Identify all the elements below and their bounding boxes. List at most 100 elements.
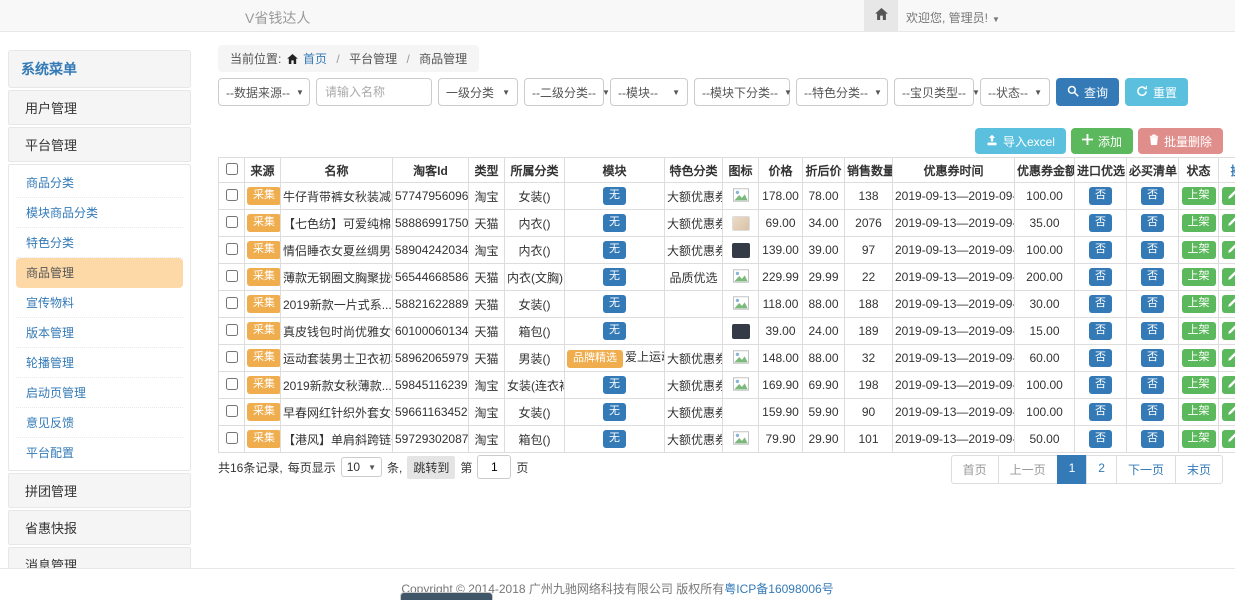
must-buy-toggle[interactable]: 否 [1141, 430, 1164, 447]
cell-name: 薄款无钢圈文胸聚拢性... [281, 264, 393, 291]
sidebar-item[interactable]: 平台管理 [8, 127, 191, 162]
imported-toggle[interactable]: 否 [1089, 241, 1112, 258]
pager-button[interactable]: 2 [1086, 455, 1117, 484]
row-checkbox[interactable] [226, 216, 238, 228]
breadcrumb-home-link[interactable]: 首页 [303, 52, 327, 66]
pager-button[interactable]: 末页 [1175, 455, 1223, 484]
must-buy-toggle[interactable]: 否 [1141, 241, 1164, 258]
filter-select[interactable]: --二级分类--▼ [524, 78, 604, 106]
module-badge: 无 [603, 214, 626, 231]
imported-toggle[interactable]: 否 [1089, 322, 1112, 339]
edit-button[interactable] [1222, 322, 1235, 340]
row-checkbox[interactable] [226, 324, 238, 336]
row-checkbox[interactable] [226, 297, 238, 309]
add-button[interactable]: 添加 [1071, 128, 1133, 154]
batch-delete-button[interactable]: 批量删除 [1138, 128, 1223, 154]
edit-button[interactable] [1222, 268, 1235, 286]
row-checkbox[interactable] [226, 189, 238, 201]
imported-toggle[interactable]: 否 [1089, 349, 1112, 366]
imported-toggle[interactable]: 否 [1089, 295, 1112, 312]
must-buy-toggle[interactable]: 否 [1141, 403, 1164, 420]
edit-button[interactable] [1222, 214, 1235, 232]
filter-select[interactable]: --模块下分类--▼ [694, 78, 790, 106]
imported-toggle[interactable]: 否 [1089, 430, 1112, 447]
sidebar-subitem[interactable]: 商品分类 [16, 168, 183, 198]
imported-toggle[interactable]: 否 [1089, 376, 1112, 393]
status-badge[interactable]: 上架 [1182, 376, 1216, 393]
sidebar-item[interactable]: 用户管理 [8, 90, 191, 125]
imported-toggle[interactable]: 否 [1089, 214, 1112, 231]
name-search-input[interactable] [316, 78, 432, 106]
sidebar-item[interactable]: 省惠快报 [8, 510, 191, 545]
sidebar-subitem-active[interactable]: 商品管理 [16, 258, 183, 288]
imported-toggle[interactable]: 否 [1089, 403, 1112, 420]
status-badge[interactable]: 上架 [1182, 268, 1216, 285]
sidebar-subitem[interactable]: 轮播管理 [16, 348, 183, 378]
edit-button[interactable] [1222, 403, 1235, 421]
row-checkbox[interactable] [226, 270, 238, 282]
must-buy-toggle[interactable]: 否 [1141, 187, 1164, 204]
row-checkbox[interactable] [226, 351, 238, 363]
per-page-select[interactable]: 10 ▼ [341, 457, 382, 477]
cell-must-buy: 否 [1127, 318, 1179, 345]
status-badge[interactable]: 上架 [1182, 430, 1216, 447]
sidebar-subitem[interactable]: 意见反馈 [16, 408, 183, 438]
sidebar-subitem[interactable]: 版本管理 [16, 318, 183, 348]
home-button[interactable] [864, 0, 898, 31]
edit-button[interactable] [1222, 241, 1235, 259]
icp-link[interactable]: 粤ICP备16098006号 [724, 582, 833, 596]
status-badge[interactable]: 上架 [1182, 349, 1216, 366]
must-buy-toggle[interactable]: 否 [1141, 376, 1164, 393]
reset-button[interactable]: 重置 [1125, 78, 1188, 106]
cell-sales: 189 [845, 318, 893, 345]
sidebar-subitem[interactable]: 平台配置 [16, 438, 183, 467]
cell-taoke-id: 601000601341 [393, 318, 469, 345]
query-button[interactable]: 查询 [1056, 78, 1119, 106]
sidebar-item[interactable]: 拼团管理 [8, 473, 191, 508]
user-menu[interactable]: 欢迎您, 管理员!▼ [906, 9, 1000, 26]
must-buy-toggle[interactable]: 否 [1141, 295, 1164, 312]
jump-page-input[interactable] [477, 455, 511, 479]
sidebar-item[interactable]: 消息管理 [8, 547, 191, 568]
sidebar-subitem[interactable]: 宣传物料 [16, 288, 183, 318]
filter-select[interactable]: --状态--▼ [980, 78, 1050, 106]
status-badge[interactable]: 上架 [1182, 403, 1216, 420]
column-header: 名称 [281, 158, 393, 183]
must-buy-toggle[interactable]: 否 [1141, 322, 1164, 339]
edit-button[interactable] [1222, 430, 1235, 448]
status-badge[interactable]: 上架 [1182, 214, 1216, 231]
pager-button[interactable]: 1 [1057, 455, 1088, 484]
filter-select[interactable]: --特色分类--▼ [796, 78, 888, 106]
filter-select[interactable]: --模块--▼ [610, 78, 688, 106]
filter-select[interactable]: 一级分类▼ [438, 78, 518, 106]
must-buy-toggle[interactable]: 否 [1141, 349, 1164, 366]
row-checkbox[interactable] [226, 432, 238, 444]
edit-button[interactable] [1222, 187, 1235, 205]
sidebar-subitem[interactable]: 启动页管理 [16, 378, 183, 408]
status-badge[interactable]: 上架 [1182, 241, 1216, 258]
select-all-checkbox[interactable] [226, 163, 238, 175]
status-badge[interactable]: 上架 [1182, 322, 1216, 339]
filter-select[interactable]: --数据来源--▼ [218, 78, 310, 106]
imported-toggle[interactable]: 否 [1089, 187, 1112, 204]
batch-delete-button-label: 批量删除 [1164, 133, 1212, 150]
imported-toggle[interactable]: 否 [1089, 268, 1112, 285]
row-checkbox[interactable] [226, 405, 238, 417]
edit-button[interactable] [1222, 349, 1235, 367]
jump-button[interactable]: 跳转到 [407, 456, 455, 479]
sidebar-subitem[interactable]: 特色分类 [16, 228, 183, 258]
pager-button[interactable]: 下一页 [1116, 455, 1176, 484]
edit-button[interactable] [1222, 295, 1235, 313]
sidebar-subitem[interactable]: 模块商品分类 [16, 198, 183, 228]
filter-select-value: 一级分类 [446, 84, 494, 101]
filter-select[interactable]: --宝贝类型--▼ [894, 78, 974, 106]
must-buy-toggle[interactable]: 否 [1141, 268, 1164, 285]
cell-status: 上架 [1179, 399, 1219, 426]
status-badge[interactable]: 上架 [1182, 295, 1216, 312]
edit-button[interactable] [1222, 376, 1235, 394]
import-excel-button[interactable]: 导入excel [975, 128, 1066, 154]
row-checkbox[interactable] [226, 378, 238, 390]
must-buy-toggle[interactable]: 否 [1141, 214, 1164, 231]
row-checkbox[interactable] [226, 243, 238, 255]
status-badge[interactable]: 上架 [1182, 187, 1216, 204]
